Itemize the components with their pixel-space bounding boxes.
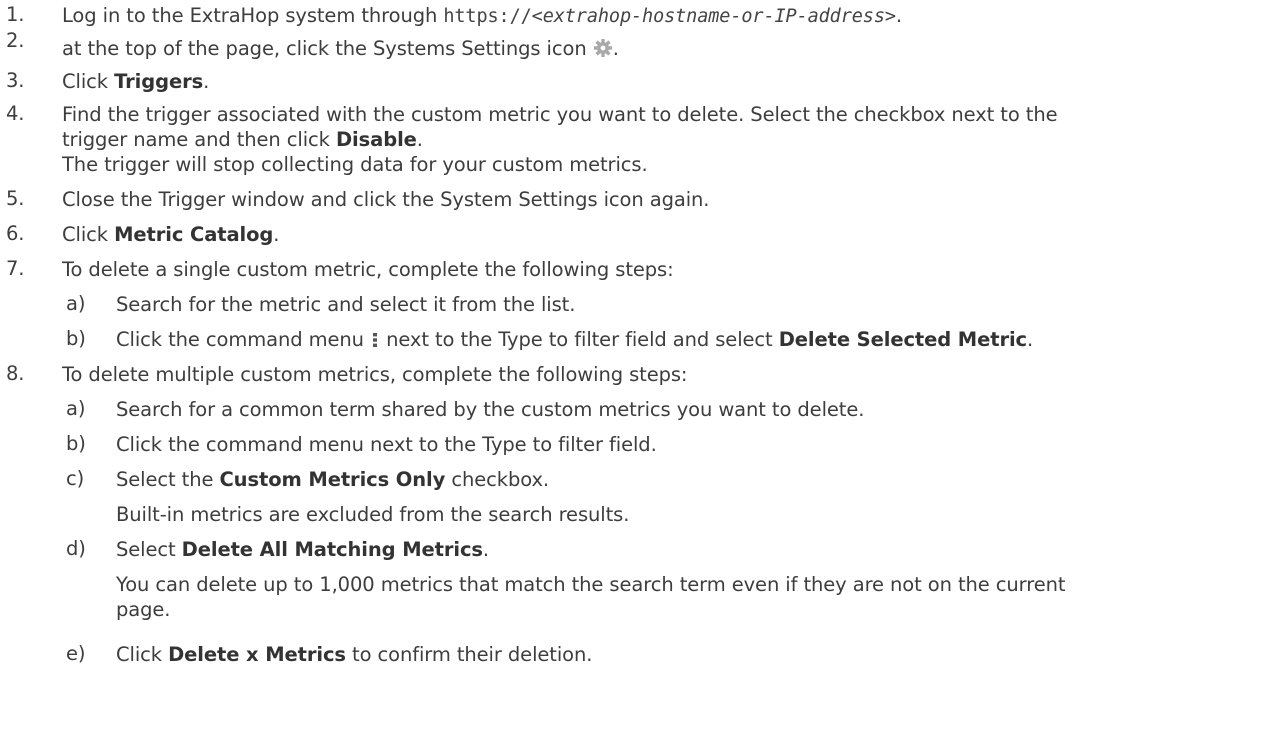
substep-letter: b) [66,432,86,455]
step-text: Log in to the ExtraHop system through [62,4,444,27]
step-number: 8. [6,362,25,385]
substep-letter: b) [66,327,86,350]
substep-letter: c) [66,467,85,490]
substep-result: Built-in metrics are excluded from the s… [116,503,630,526]
substep-text: Search for the metric and select it from… [116,293,576,316]
kebab-menu-icon [373,333,377,347]
step-text: Find the trigger associated with the cus… [62,103,1058,126]
ui-term-disable: Disable [335,128,417,151]
substep-text: Click the command menu next to the Type … [116,433,657,456]
step-text: at the top of the page, click the System… [62,37,593,60]
step-result: The trigger will stop collecting data fo… [62,153,648,176]
ui-term-custom-metrics-only: Custom Metrics Only [219,468,446,491]
substep-letter: d) [66,537,86,560]
ui-term-delete-selected-metric: Delete Selected Metric [778,328,1028,351]
substep-result: You can delete up to 1,000 metrics that … [116,573,1066,596]
step-number: 4. [6,102,25,125]
procedure-document: 1. Log in to the ExtraHop system through… [0,0,1264,753]
step-text: To delete multiple custom metrics, compl… [62,363,688,386]
substep-letter: a) [66,397,86,420]
step-number: 6. [6,222,25,245]
ui-term-metric-catalog: Metric Catalog [114,223,274,246]
step-number: 2. [6,29,25,52]
substep-text: Search for a common term shared by the c… [116,398,865,421]
substep-letter: a) [66,292,86,315]
step-number: 5. [6,187,25,210]
step-text: To delete a single custom metric, comple… [62,258,674,281]
step-number: 3. [6,69,25,92]
gear-icon [593,39,612,57]
url-code: https://<extrahop-hostname-or-IP-address… [443,6,896,27]
ui-term-delete-all-matching-metrics: Delete All Matching Metrics [181,538,483,561]
substep-letter: e) [66,642,86,665]
step-number: 1. [6,3,25,26]
ui-term-triggers: Triggers [114,70,204,93]
step-number: 7. [6,257,25,280]
step-text: Close the Trigger window and click the S… [62,188,710,211]
ui-term-delete-x-metrics: Delete x Metrics [168,643,346,666]
